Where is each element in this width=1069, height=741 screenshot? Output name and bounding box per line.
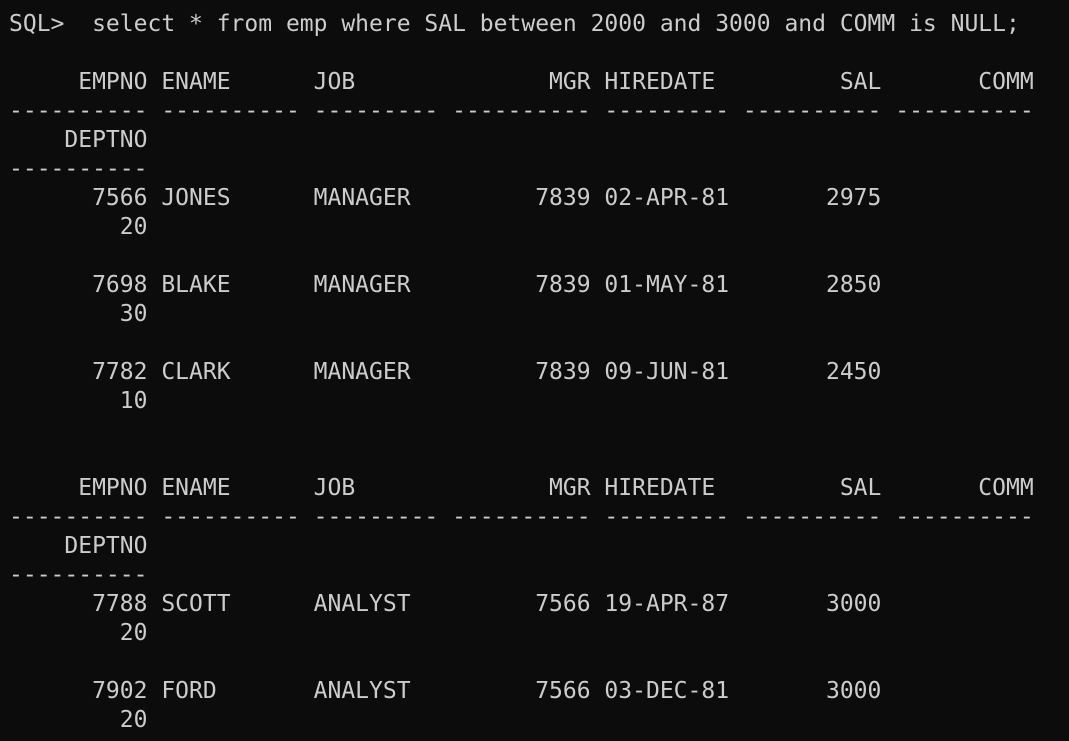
deptno-underline: ---------- [9,562,148,588]
result-row-deptno: 20 [9,707,148,733]
result-row: 7782 CLARK MANAGER 7839 09-JUN-81 2450 [9,359,882,385]
result-row-deptno: 20 [9,214,148,240]
column-underline: ---------- ---------- --------- --------… [9,98,1034,124]
column-underline: ---------- ---------- --------- --------… [9,504,1034,530]
result-row-deptno: 20 [9,620,148,646]
result-row-deptno: 10 [9,388,148,414]
result-row: 7566 JONES MANAGER 7839 02-APR-81 2975 [9,185,882,211]
column-header-line: EMPNO ENAME JOB MGR HIREDATE SAL COMM [9,69,1034,95]
terminal-output[interactable]: SQL> select * from emp where SAL between… [9,10,1065,741]
terminal-text: SQL> select * from emp where SAL between… [9,10,1065,735]
result-row: 7902 FORD ANALYST 7566 03-DEC-81 3000 [9,678,882,704]
deptno-header-line: DEPTNO [9,533,148,559]
result-row: 7788 SCOTT ANALYST 7566 19-APR-87 3000 [9,591,882,617]
deptno-header-line: DEPTNO [9,127,148,153]
deptno-underline: ---------- [9,156,148,182]
sql-prompt-line: SQL> select * from emp where SAL between… [9,11,1020,37]
result-row: 7698 BLAKE MANAGER 7839 01-MAY-81 2850 [9,272,882,298]
result-row-deptno: 30 [9,301,148,327]
column-header-line: EMPNO ENAME JOB MGR HIREDATE SAL COMM [9,475,1034,501]
